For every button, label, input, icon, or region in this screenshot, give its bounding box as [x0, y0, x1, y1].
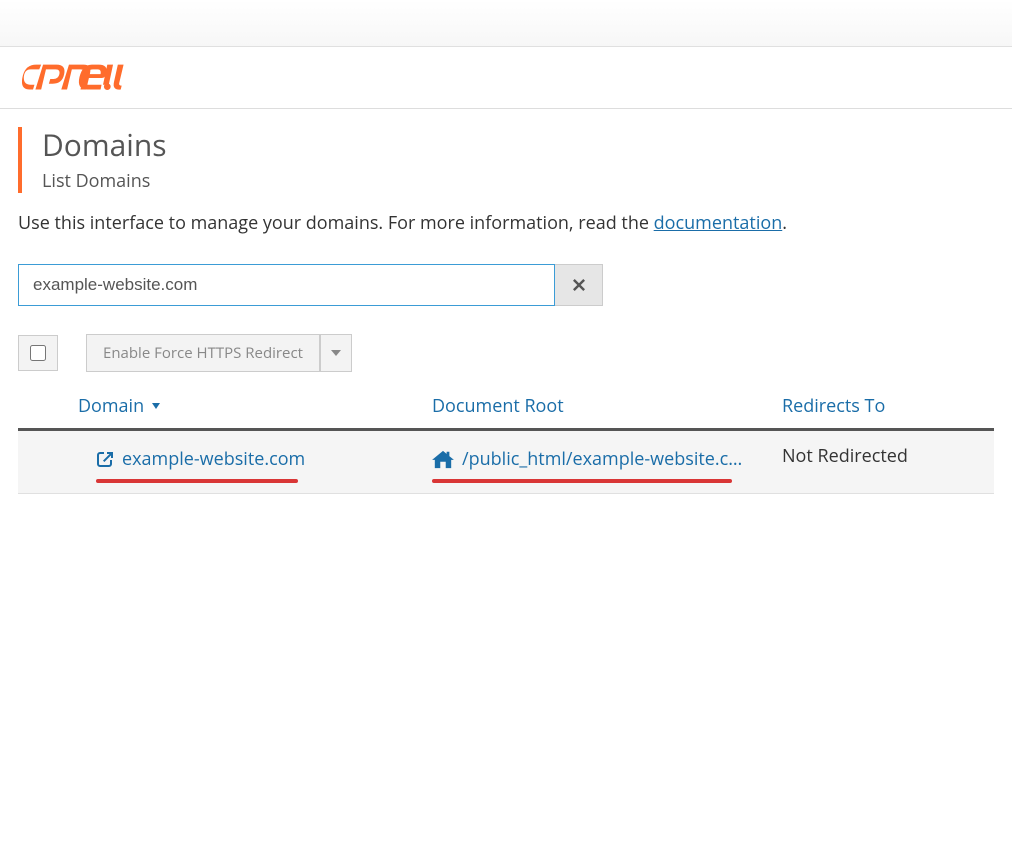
search-bar — [18, 264, 994, 306]
table-row: example-website.com /public_html/example… — [18, 431, 994, 494]
domain-name: example-website.com — [122, 447, 305, 471]
th-docroot[interactable]: Document Root — [432, 394, 782, 418]
select-all-wrapper[interactable] — [18, 335, 58, 371]
browser-chrome — [0, 0, 1012, 47]
clear-search-button[interactable] — [555, 264, 603, 306]
table-header-row: Domain Document Root Redirects To — [18, 384, 994, 431]
https-button-group: Enable Force HTTPS Redirect — [86, 334, 352, 372]
caret-down-icon — [331, 350, 341, 356]
external-link-icon — [96, 450, 114, 468]
annotation-underline — [96, 479, 298, 483]
bulk-action-row: Enable Force HTTPS Redirect — [18, 334, 994, 372]
domains-table: Domain Document Root Redirects To exampl… — [18, 384, 994, 494]
th-checkbox — [18, 394, 78, 418]
enable-https-button[interactable]: Enable Force HTTPS Redirect — [86, 334, 320, 372]
cpanel-logo-icon — [22, 64, 137, 92]
domain-cell[interactable]: example-website.com — [78, 447, 432, 471]
th-domain[interactable]: Domain — [78, 394, 432, 418]
search-input[interactable] — [18, 264, 555, 306]
page-title: Domains — [42, 127, 167, 163]
page-heading: Domains List Domains — [18, 127, 994, 193]
annotation-underline — [432, 479, 732, 483]
page-subtitle: List Domains — [42, 169, 167, 193]
title-accent-bar — [18, 127, 22, 193]
docroot-path: /public_html/example-website.c… — [462, 447, 742, 471]
home-icon — [432, 449, 454, 469]
redirect-cell: Not Redirected — [782, 444, 994, 468]
sort-asc-icon — [150, 400, 162, 412]
close-icon — [572, 278, 586, 292]
https-dropdown-toggle[interactable] — [320, 334, 352, 372]
documentation-link[interactable]: documentation — [654, 211, 783, 235]
docroot-cell[interactable]: /public_html/example-website.c… — [432, 447, 782, 471]
th-domain-label: Domain — [78, 394, 144, 418]
desc-after: . — [782, 211, 787, 235]
select-all-checkbox[interactable] — [30, 345, 46, 361]
page-description: Use this interface to manage your domain… — [18, 211, 994, 236]
desc-before: Use this interface to manage your domain… — [18, 211, 654, 235]
th-redirects[interactable]: Redirects To — [782, 394, 994, 418]
app-header — [0, 47, 1012, 109]
